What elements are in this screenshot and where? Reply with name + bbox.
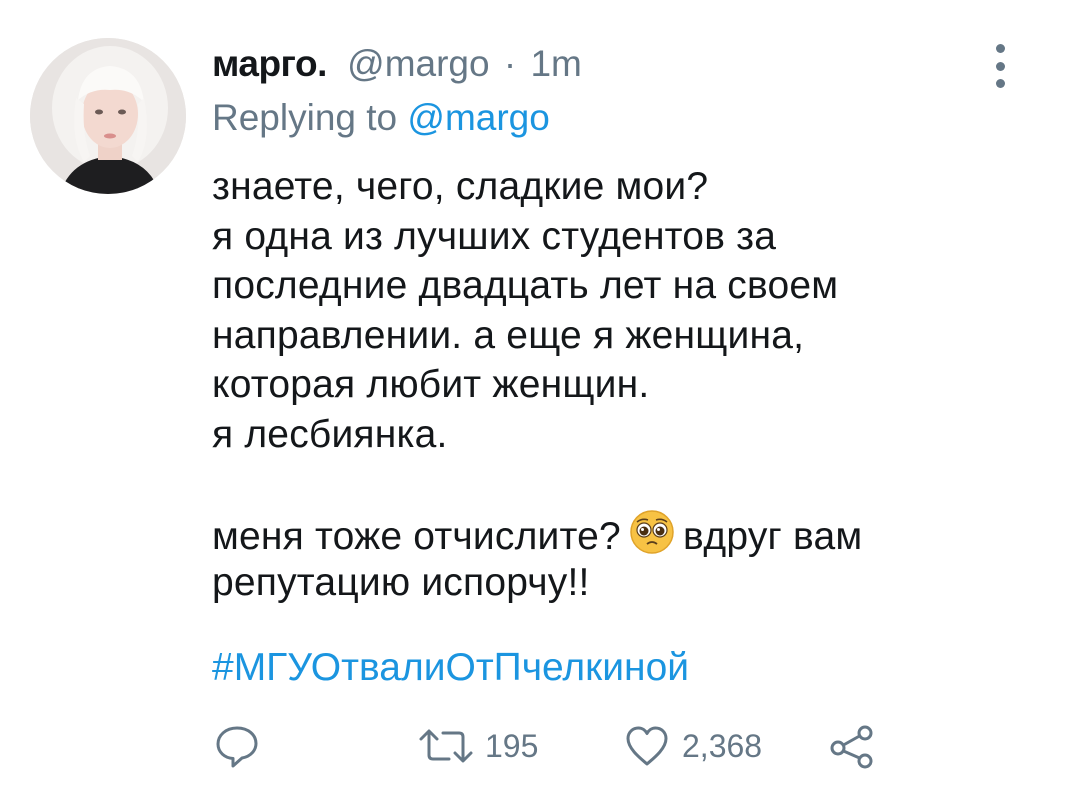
replying-mention-link[interactable]: @margo bbox=[407, 97, 549, 138]
replying-to: Replying to @margo bbox=[212, 94, 972, 142]
retweet-button[interactable]: 195 bbox=[417, 718, 538, 774]
tweet-text-fragment: меня тоже отчислите? bbox=[212, 514, 621, 558]
author-name[interactable]: марго. bbox=[212, 43, 327, 84]
tweet-text-line: направлении. а еще я женщина, bbox=[212, 313, 805, 357]
tweet-text-line: репутацию испорчу!! bbox=[212, 561, 590, 604]
tweet-actions: 195 2,368 bbox=[212, 718, 912, 774]
tweet-text-line-with-emoji: меня тоже отчислите? вдруг вам bbox=[212, 509, 972, 559]
replying-label: Replying to bbox=[212, 97, 398, 138]
share-icon bbox=[830, 725, 873, 769]
share-button[interactable] bbox=[827, 718, 877, 774]
separator-dot: · bbox=[503, 43, 517, 84]
tweet-text-line: я одна из лучших студентов за bbox=[212, 214, 777, 258]
reply-icon bbox=[216, 726, 258, 768]
avatar[interactable] bbox=[30, 38, 186, 194]
retweet-count: 195 bbox=[485, 727, 539, 764]
hashtag-link[interactable]: #МГУОтвалиОтПчелкиной bbox=[212, 643, 972, 692]
like-icon bbox=[626, 726, 668, 766]
tweet-text-line: которая любит женщин. bbox=[212, 363, 650, 406]
retweet-icon bbox=[419, 729, 473, 763]
avatar-image bbox=[30, 38, 186, 194]
pleading-face-emoji-icon bbox=[630, 509, 674, 554]
reply-button[interactable] bbox=[212, 718, 262, 774]
tweet-text-line: знаете, чего, сладкие мои? bbox=[212, 165, 709, 208]
tweet-text: знаете, чего, сладкие мои? я одна из луч… bbox=[212, 162, 972, 608]
tweet-text-line: я лесбиянка. bbox=[212, 412, 448, 456]
like-count: 2,368 bbox=[682, 727, 763, 764]
tweet-content: марго. @margo · 1m Replying to @margo зн… bbox=[212, 40, 972, 692]
tweet: марго. @margo · 1m Replying to @margo зн… bbox=[0, 0, 1080, 786]
more-options-icon[interactable] bbox=[990, 44, 1010, 88]
tweet-text-fragment: вдруг вам bbox=[682, 514, 863, 558]
tweet-text-line: последние двадцать лет на своем bbox=[212, 264, 839, 307]
tweet-header: марго. @margo · 1m bbox=[212, 40, 972, 88]
author-handle[interactable]: @margo bbox=[347, 43, 489, 84]
like-button[interactable]: 2,368 bbox=[622, 718, 762, 774]
timestamp[interactable]: 1m bbox=[530, 43, 581, 84]
